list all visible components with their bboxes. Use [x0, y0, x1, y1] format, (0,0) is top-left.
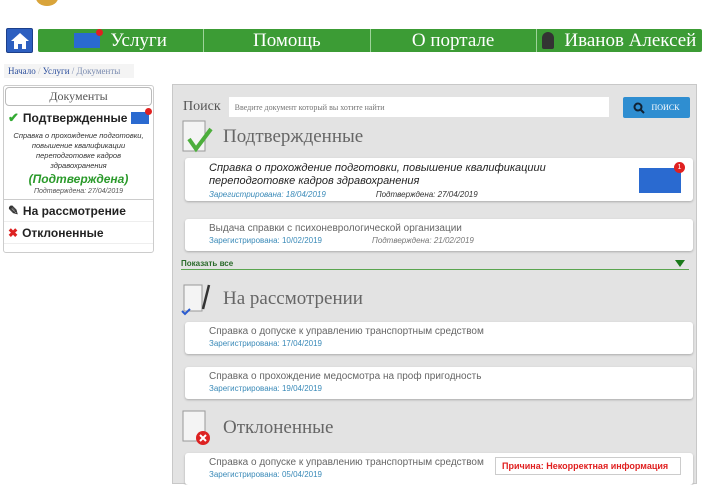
search-label: Поиск [183, 99, 221, 114]
document-title: Справка о прохождение медосмотра на проф… [209, 371, 482, 382]
home-icon [10, 32, 29, 49]
document-card[interactable]: Справка о прохождение подготовки, повыше… [185, 158, 693, 201]
registered-date: Зарегистрирована: 10/02/2019 [209, 236, 323, 245]
review-doc-icon [181, 284, 211, 316]
rejection-reason: Причина: Некорректная информация [495, 457, 681, 475]
doc-status: (Подтверждена) [28, 172, 129, 186]
sidebar: Документы ✔ Подтвержденные Справка о про… [3, 85, 154, 253]
sidebar-item-rejected[interactable]: ✖ Отклоненные [4, 222, 153, 244]
search-button[interactable]: ПОИСК [623, 97, 690, 118]
crumb-services[interactable]: Услуги [43, 66, 70, 76]
search-input[interactable] [228, 97, 609, 117]
doc-title: Справка о прохождение подготовки, повыше… [13, 131, 144, 170]
logo [36, 0, 58, 6]
crumb-sep: / [37, 66, 41, 76]
sidebar-item-label: Подтвержденные [22, 111, 128, 125]
crumb-current: / Документы [71, 66, 121, 76]
document-card[interactable]: Справка о прохождение медосмотра на проф… [185, 367, 693, 399]
nav-label: Услуги [110, 29, 167, 51]
section-confirmed: Подтвержденные [181, 119, 363, 155]
sidebar-item-review[interactable]: ✎ На рассмотрение [4, 200, 153, 222]
search-button-label: ПОИСК [651, 103, 680, 112]
sidebar-doc-preview[interactable]: Справка о прохождение подготовки, повыше… [4, 129, 153, 200]
home-button[interactable] [6, 28, 33, 53]
nav-about[interactable]: О портале [371, 29, 537, 52]
nav-services[interactable]: Услуги [38, 29, 205, 52]
rejected-doc-icon: ✖ [8, 225, 19, 240]
registered-date: Зарегистрирована: 19/04/2019 [209, 384, 323, 393]
registered-date: Зарегистрирована: 18/04/2019 [209, 190, 326, 199]
sidebar-item-confirmed[interactable]: ✔ Подтвержденные [4, 107, 153, 129]
show-all-link[interactable]: Показать все [181, 259, 689, 270]
nav-help[interactable]: Помощь [204, 29, 371, 52]
search-icon [633, 102, 646, 114]
message-icon[interactable] [639, 162, 685, 193]
section-title: Подтвержденные [223, 126, 364, 147]
show-all-label: Показать все [181, 259, 234, 268]
main-nav: Услуги Помощь О портале Иванов Алексей [6, 28, 702, 53]
sidebar-item-label: Отклоненные [22, 225, 104, 240]
mail-icon[interactable] [131, 108, 152, 124]
breadcrumb: Начало / Услуги / Документы [4, 64, 134, 78]
rejected-doc-icon [182, 410, 210, 445]
doc-date: Подтверждена: 27/04/2019 [33, 188, 124, 195]
document-title: Справка о прохождение подготовки, повыше… [209, 162, 546, 187]
document-title: Выдача справки с психоневрологической ор… [209, 223, 462, 234]
document-title: Справка о допуске к управлению транспорт… [209, 326, 484, 337]
document-card[interactable]: Выдача справки с психоневрологической ор… [185, 219, 693, 251]
registered-date: Зарегистрирована: 17/04/2019 [209, 339, 323, 348]
section-review: На рассмотрении [181, 281, 363, 317]
confirmed-doc-icon: ✔ [8, 110, 19, 125]
section-rejected: Отклоненные [181, 409, 333, 447]
nav-user[interactable]: Иванов Алексей [537, 29, 702, 52]
nav-label: О портале [411, 29, 495, 51]
documents-panel: Поиск ПОИСК Подтвержденные Справка о про… [172, 84, 697, 485]
document-card[interactable]: Справка о допуске к управлению транспорт… [185, 453, 693, 485]
user-icon [542, 32, 555, 49]
nav-label: Иванов Алексей [564, 29, 697, 51]
nav-label: Помощь [253, 29, 321, 51]
chevron-down-icon [675, 260, 685, 267]
review-doc-icon: ✎ [8, 202, 19, 218]
registered-date: Зарегистрирована: 05/04/2019 [209, 470, 323, 479]
sidebar-item-label: На рассмотрение [22, 203, 126, 218]
section-title: На рассмотрении [223, 288, 363, 309]
section-title: Отклоненные [223, 417, 334, 438]
confirmed-date: Подтверждена: 21/02/2019 [372, 236, 474, 245]
confirmed-doc-icon [182, 120, 213, 153]
sidebar-title: Документы [5, 87, 152, 106]
confirmed-date: Подтверждена: 27/04/2019 [375, 190, 478, 199]
mail-icon [74, 29, 104, 48]
search-bar: Поиск [183, 97, 609, 117]
document-card[interactable]: Справка о допуске к управлению транспорт… [185, 322, 693, 354]
crumb-home[interactable]: Начало [8, 66, 36, 76]
